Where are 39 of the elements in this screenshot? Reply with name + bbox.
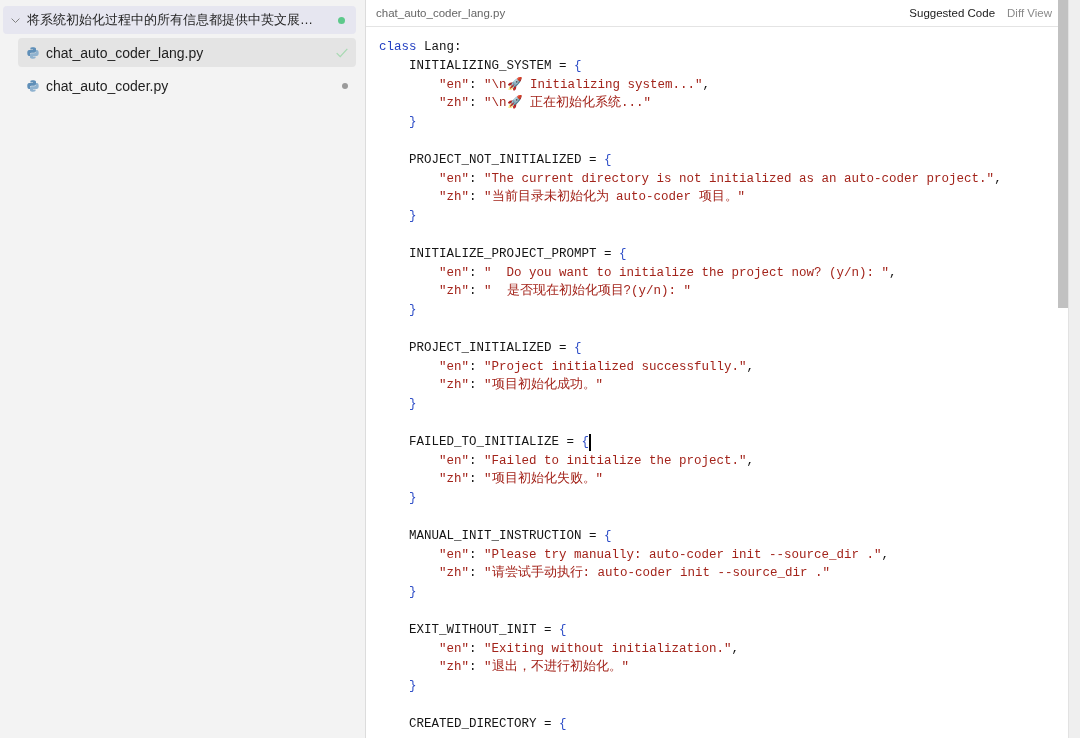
code-line: FAILED_TO_INITIALIZE = { — [409, 433, 590, 451]
file-item[interactable]: chat_auto_coder_lang.py — [18, 38, 356, 67]
code-line: } — [409, 584, 417, 602]
code-line: "zh": "请尝试手动执行: auto-coder init --source_dir ." — [439, 564, 831, 583]
code-line: } — [409, 396, 417, 414]
code-line: "en": "\n🚀 Initializing system...", — [439, 76, 711, 94]
scrollbar-thumb[interactable] — [1058, 0, 1068, 308]
code-line: } — [409, 678, 417, 696]
code-line: INITIALIZE_PROJECT_PROMPT = { — [409, 245, 627, 263]
code-line: class Lang: — [379, 39, 462, 56]
code-line: "en": "Exiting without initialization.", — [439, 640, 740, 658]
code-line: } — [409, 490, 417, 508]
code-line: } — [409, 302, 417, 320]
code-line: "zh": "项目初始化失败。" — [439, 470, 604, 489]
code-line: } — [409, 208, 417, 226]
code-line: "en": "Project initialized successfully.", — [439, 358, 755, 376]
file-item[interactable]: chat_auto_coder.py — [18, 71, 356, 100]
editor-file-name: chat_auto_coder_lang.py — [376, 7, 506, 19]
view-tab[interactable]: Suggested Code — [909, 7, 996, 19]
code-line: PROJECT_INITIALIZED = { — [409, 339, 582, 357]
code-line: } — [409, 114, 417, 132]
code-line: "en": " Do you want to initialize the project now? (y/n): ", — [439, 264, 897, 282]
code-line: MANUAL_INIT_INSTRUCTION = { — [409, 527, 612, 545]
code-line: "en": "Please try manually: auto-coder init --source_dir .", — [439, 546, 890, 564]
task-group-item[interactable]: 将系统初始化过程中的所有信息都提供中英文展… — [3, 6, 356, 34]
code-line: "zh": "\n🚀 正在初始化系统..." — [439, 94, 652, 113]
code-line: "zh": "退出，不进行初始化。" — [439, 658, 630, 677]
code-line: INITIALIZING_SYSTEM = { — [409, 57, 582, 75]
file-type-icon — [27, 46, 39, 59]
code-line: "zh": "当前目录未初始化为 auto-coder 项目。" — [439, 188, 746, 207]
code-line: EXIT_WITHOUT_INIT = { — [409, 621, 567, 639]
code-line: CREATED_DIRECTORY = { — [409, 715, 567, 733]
code-line: "en": "The current directory is not initialized as an auto-coder project.", — [439, 170, 1002, 188]
code-line: PROJECT_NOT_INITIALIZED = { — [409, 151, 612, 169]
code-line: "zh": " 是否现在初始化项目?(y/n): " — [439, 282, 692, 301]
code-line: "en": "Failed to initialize the project.", — [439, 452, 755, 470]
view-tab[interactable]: Diff View — [1007, 7, 1052, 19]
code-line: "zh": "项目初始化成功。" — [439, 376, 604, 395]
file-type-icon — [27, 79, 39, 92]
